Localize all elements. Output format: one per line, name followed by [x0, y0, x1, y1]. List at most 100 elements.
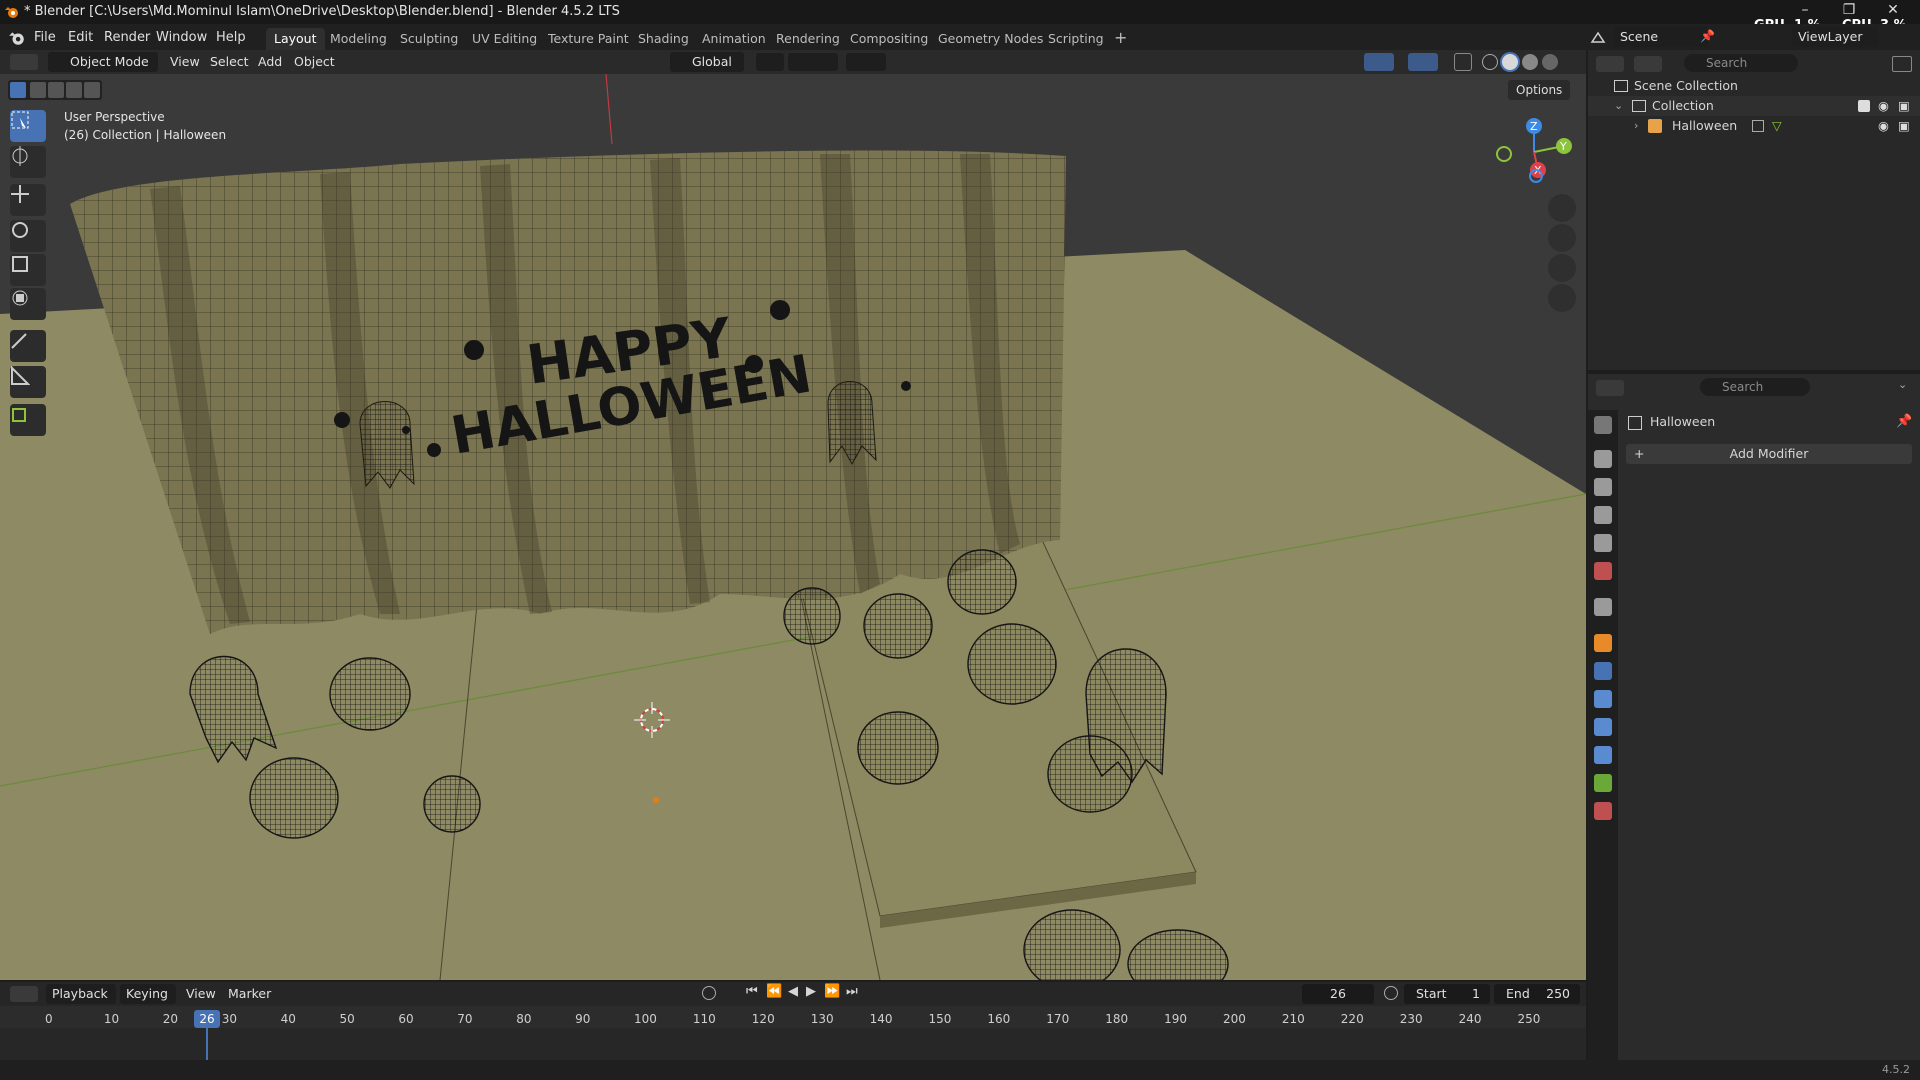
object-tab-icon[interactable] — [1594, 634, 1612, 652]
output-tab-icon[interactable] — [1594, 478, 1612, 496]
collection-tab-icon[interactable] — [1594, 598, 1612, 616]
add-modifier-button[interactable]: + Add Modifier — [1626, 444, 1912, 464]
close-window-button[interactable]: ✕ — [1878, 0, 1908, 20]
render-camera-icon[interactable]: ▣ — [1898, 96, 1910, 116]
gizmo-toggle-icon[interactable] — [1364, 53, 1394, 71]
tab-rendering[interactable]: Rendering — [768, 28, 848, 50]
overlays-toggle-icon[interactable] — [1408, 53, 1438, 71]
outliner-collection[interactable]: ⌄ Collection ◉ ▣ — [1588, 96, 1920, 116]
transform-orientation-selector[interactable]: Global — [670, 52, 744, 72]
data-tab-icon[interactable] — [1594, 774, 1612, 792]
camera-view-icon[interactable] — [1548, 254, 1576, 282]
select-intersect-mode-icon[interactable] — [84, 82, 100, 98]
scene-icon[interactable] — [1590, 30, 1606, 46]
constraints-tab-icon[interactable] — [1594, 746, 1612, 764]
jump-keyframe-back-icon[interactable]: ⏪ — [766, 984, 782, 999]
transform-tool[interactable] — [10, 288, 46, 320]
world-tab-icon[interactable] — [1594, 562, 1612, 580]
menu-view[interactable]: View — [170, 52, 200, 72]
blender-menu-icon[interactable] — [8, 29, 26, 47]
view-layer-tab-icon[interactable] — [1594, 506, 1612, 524]
tab-modeling[interactable]: Modeling — [322, 28, 395, 50]
visibility-eye-icon[interactable]: ◉ — [1878, 96, 1889, 116]
xray-toggle-icon[interactable] — [1454, 53, 1472, 71]
play-reverse-icon[interactable]: ◀ — [788, 984, 798, 999]
rendered-shading-icon[interactable] — [1542, 54, 1558, 70]
outliner-search-input[interactable]: Search — [1684, 54, 1798, 72]
zoom-view-icon[interactable] — [1548, 194, 1576, 222]
new-collection-icon[interactable] — [1892, 56, 1912, 72]
editor-type-icon[interactable] — [10, 54, 38, 70]
current-frame-field[interactable]: 26 — [1302, 984, 1374, 1004]
material-shading-icon[interactable] — [1522, 54, 1538, 70]
material-tab-icon[interactable] — [1594, 802, 1612, 820]
tab-animation[interactable]: Animation — [694, 28, 774, 50]
measure-tool[interactable] — [10, 366, 46, 398]
end-frame-field[interactable]: End 250 — [1494, 984, 1580, 1004]
menu-help[interactable]: Help — [216, 30, 246, 45]
move-tool[interactable] — [10, 184, 46, 216]
playback-menu[interactable]: Playback — [46, 984, 116, 1004]
jump-start-icon[interactable]: ⏮ — [746, 984, 758, 999]
tab-uv-editing[interactable]: UV Editing — [464, 28, 545, 50]
tab-texture-paint[interactable]: Texture Paint — [540, 28, 637, 50]
timeline-view-menu[interactable]: View — [186, 984, 216, 1004]
particles-tab-icon[interactable] — [1594, 690, 1612, 708]
timeline-area[interactable]: 0 10 20 30 40 50 60 70 80 90 100 110 120 130 140 150 160… — [0, 1006, 1586, 1060]
perspective-toggle-icon[interactable] — [1548, 284, 1576, 312]
properties-search-input[interactable]: Search — [1700, 378, 1810, 396]
solid-shading-icon[interactable] — [1502, 54, 1518, 70]
physics-tab-icon[interactable] — [1594, 718, 1612, 736]
timeline-editor-type-icon[interactable] — [10, 986, 38, 1002]
menu-edit[interactable]: Edit — [68, 30, 93, 45]
filter-icon[interactable] — [1858, 56, 1886, 72]
jump-end-icon[interactable]: ⏭ — [846, 984, 858, 999]
modifier-tab-icon[interactable] — [1594, 662, 1612, 680]
tab-compositing[interactable]: Compositing — [842, 28, 936, 50]
object-render-camera-icon[interactable]: ▣ — [1898, 116, 1910, 136]
scene-tab-icon[interactable] — [1594, 534, 1612, 552]
exclude-checkbox[interactable] — [1858, 100, 1870, 112]
options-dropdown[interactable]: Options — [1508, 80, 1571, 100]
annotate-tool[interactable] — [10, 330, 46, 362]
object-visibility-eye-icon[interactable]: ◉ — [1878, 116, 1889, 136]
select-invert-mode-icon[interactable] — [66, 82, 82, 98]
tab-shading[interactable]: Shading — [630, 28, 697, 50]
start-frame-field[interactable]: Start 1 — [1404, 984, 1490, 1004]
menu-file[interactable]: File — [34, 30, 56, 45]
properties-options-chevron-icon[interactable]: ⌄ — [1898, 378, 1907, 391]
menu-object[interactable]: Object — [294, 52, 335, 72]
select-subtract-mode-icon[interactable] — [48, 82, 64, 98]
select-extend-mode-icon[interactable] — [30, 82, 46, 98]
marker-menu[interactable]: Marker — [228, 984, 271, 1004]
maximize-button[interactable]: ❐ — [1834, 0, 1864, 20]
menu-select[interactable]: Select — [210, 52, 249, 72]
tab-geometry-nodes[interactable]: Geometry Nodes — [930, 28, 1051, 50]
wireframe-shading-icon[interactable] — [1482, 54, 1498, 70]
preview-range-icon[interactable] — [1384, 986, 1398, 1000]
pivot-point-icon[interactable] — [756, 53, 784, 71]
navigation-gizmo[interactable]: Z Y X — [1490, 114, 1580, 194]
3d-viewport[interactable]: HAPPY HALLOWEEN User Perspective (26) Co… — [0, 74, 1586, 980]
tab-layout[interactable]: Layout — [266, 28, 325, 50]
outliner-scene-collection[interactable]: Scene Collection — [1588, 76, 1920, 96]
tool-tab-icon[interactable] — [1594, 416, 1612, 434]
expand-collection-icon[interactable]: ⌄ — [1614, 96, 1623, 116]
keying-menu[interactable]: Keying — [120, 984, 176, 1004]
view-layer-selector[interactable]: ViewLayer — [1792, 27, 1878, 47]
auto-keying-icon[interactable] — [702, 986, 716, 1000]
outliner-object-halloween[interactable]: › Halloween ▽ ◉ ▣ — [1588, 116, 1920, 136]
jump-keyframe-forward-icon[interactable]: ⏩ — [824, 984, 840, 999]
snap-icon[interactable] — [788, 53, 838, 71]
tab-scripting[interactable]: Scripting — [1040, 28, 1112, 50]
menu-window[interactable]: Window — [156, 30, 207, 45]
tab-sculpting[interactable]: Sculpting — [392, 28, 466, 50]
pan-view-icon[interactable] — [1548, 224, 1576, 252]
menu-render[interactable]: Render — [104, 30, 150, 45]
outliner-editor-type-icon[interactable] — [1596, 56, 1624, 72]
add-cube-tool[interactable] — [10, 404, 46, 436]
cursor-tool[interactable] — [10, 146, 46, 178]
select-box-mode-icon[interactable] — [10, 82, 26, 98]
pin-scene-icon[interactable]: 📌 — [1700, 29, 1715, 43]
mode-selector[interactable]: Object Mode — [48, 52, 158, 72]
